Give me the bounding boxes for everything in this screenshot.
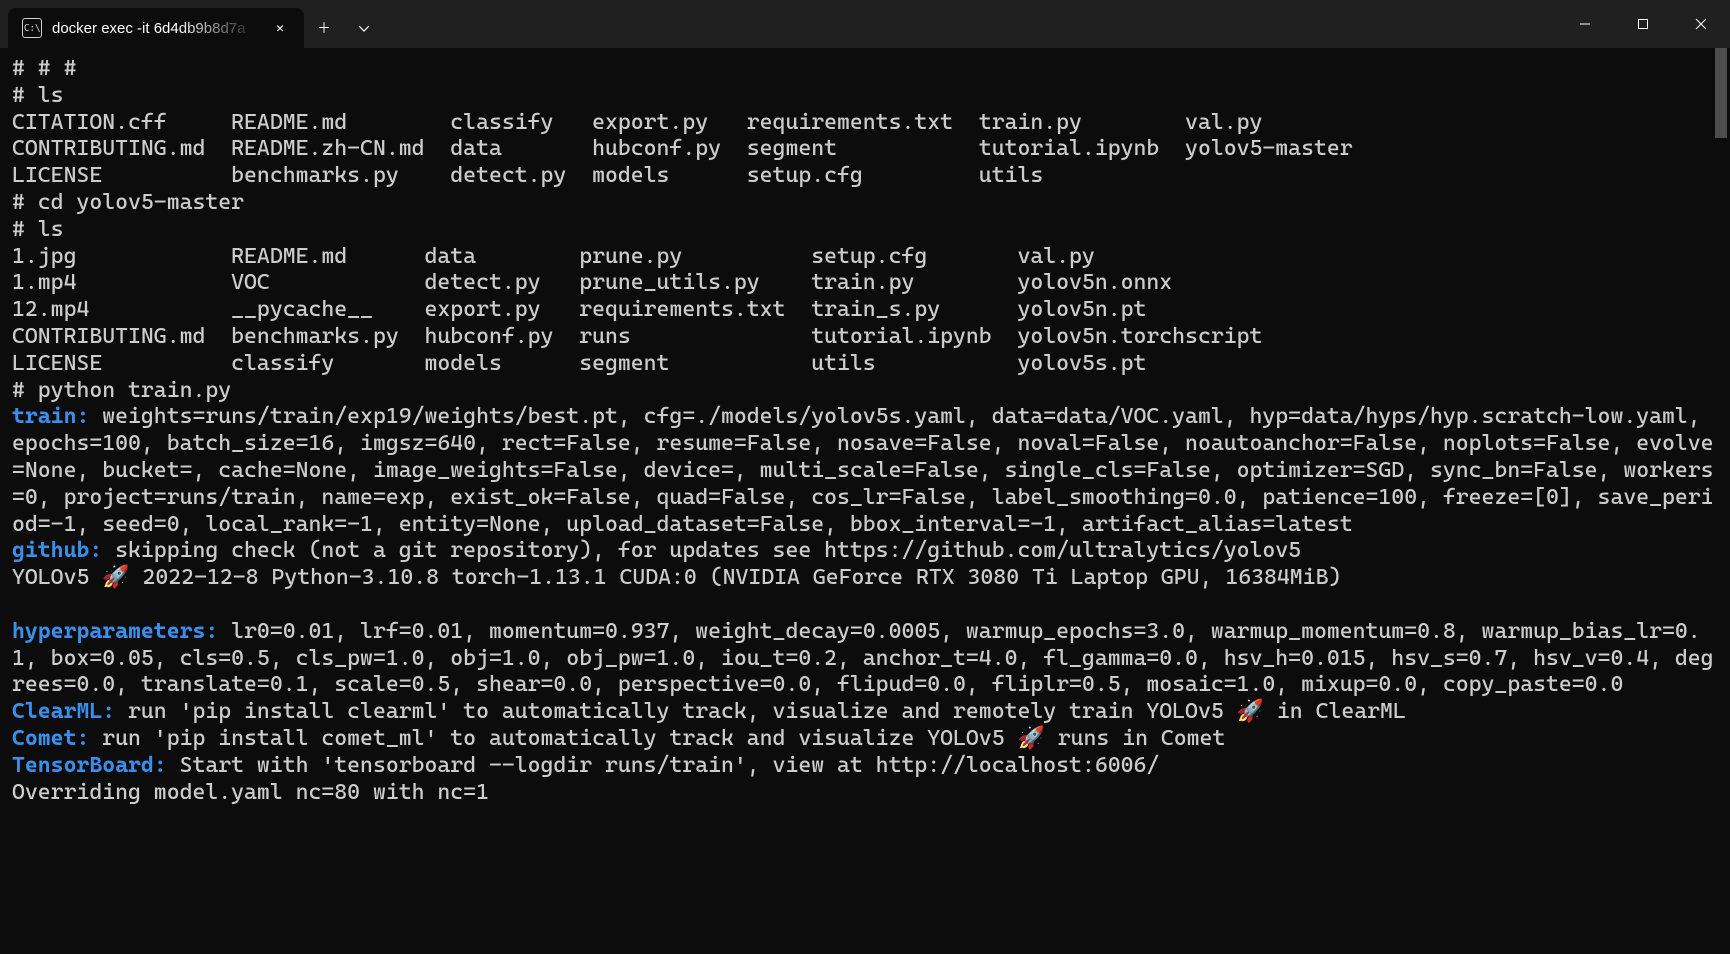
yolo-version-line: YOLOv5 🚀 2022-12-8 Python-3.10.8 torch-1… — [12, 565, 1341, 590]
tensorboard-text: Start with 'tensorboard --logdir runs/tr… — [167, 753, 1160, 778]
maximize-button[interactable] — [1614, 0, 1672, 48]
tab-close-button[interactable]: ✕ — [270, 18, 290, 38]
comet-text: run 'pip install comet_ml' to automatica… — [89, 726, 1225, 751]
prompt: # — [12, 83, 25, 108]
tab-menu-dropdown[interactable] — [344, 8, 384, 48]
terminal-scrollbar[interactable] — [1712, 48, 1730, 954]
terminal-output: # # # # ls CITATION.cffREADME.mdclassify… — [12, 56, 1726, 806]
cmd-cd: cd yolov5-master — [38, 190, 244, 215]
scrollbar-thumb[interactable] — [1715, 48, 1727, 138]
new-tab-button[interactable]: ＋ — [304, 8, 344, 48]
terminal-content[interactable]: # # # # ls CITATION.cffREADME.mdclassify… — [0, 48, 1730, 954]
tab-active[interactable]: C:\ docker exec -it 6d4db9b8d7a ✕ — [8, 8, 304, 48]
train-args: weights=runs/train/exp19/weights/best.pt… — [12, 404, 1714, 536]
close-icon — [1695, 18, 1707, 30]
minimize-button[interactable] — [1556, 0, 1614, 48]
ls2-row: CONTRIBUTING.mdbenchmarks.pyhubconf.pyru… — [12, 324, 1275, 349]
github-text: skipping check (not a git repository), f… — [102, 538, 1301, 563]
close-window-button[interactable] — [1672, 0, 1730, 48]
maximize-icon — [1637, 18, 1649, 30]
cmd-ls: ls — [38, 217, 64, 242]
titlebar-drag-area[interactable] — [384, 0, 1556, 48]
hyperparameters-text: lr0=0.01, lrf=0.01, momentum=0.937, weig… — [12, 619, 1714, 698]
cmd-icon: C:\ — [22, 18, 42, 38]
prompt: # — [12, 217, 25, 242]
minimize-icon — [1579, 18, 1591, 30]
tensorboard-label: TensorBoard: — [12, 753, 167, 778]
cmd-python: python train.py — [38, 378, 231, 403]
ls2-row: LICENSEclassifymodelssegmentutilsyolov5s… — [12, 351, 1275, 376]
clearml-text: run 'pip install clearml' to automatical… — [115, 699, 1406, 724]
ls2-row: 1.jpgREADME.mddataprune.pysetup.cfgval.p… — [12, 244, 1275, 269]
ls2-row: 1.mp4VOCdetect.pyprune_utils.pytrain.pyy… — [12, 270, 1275, 295]
prompt: # — [12, 190, 25, 215]
comet-label: Comet: — [12, 726, 89, 751]
github-label: github: — [12, 538, 102, 563]
prompt: # — [12, 378, 25, 403]
hyperparameters-label: hyperparameters: — [12, 619, 218, 644]
line-header: # # # — [12, 56, 76, 81]
ls1-row: CITATION.cffREADME.mdclassifyexport.pyre… — [12, 110, 1366, 135]
ls2-row: 12.mp4__pycache__export.pyrequirements.t… — [12, 297, 1275, 322]
ls1-row: CONTRIBUTING.mdREADME.zh-CN.mddatahubcon… — [12, 136, 1366, 161]
override-line: Overriding model.yaml nc=80 with nc=1 — [12, 780, 489, 805]
titlebar: C:\ docker exec -it 6d4db9b8d7a ✕ ＋ — [0, 0, 1730, 48]
train-label: train: — [12, 404, 89, 429]
clearml-label: ClearML: — [12, 699, 115, 724]
chevron-down-icon — [358, 22, 370, 34]
tab-title: docker exec -it 6d4db9b8d7a — [52, 20, 260, 37]
ls1-row: LICENSEbenchmarks.pydetect.pymodelssetup… — [12, 163, 1366, 188]
cmd-ls: ls — [38, 83, 64, 108]
